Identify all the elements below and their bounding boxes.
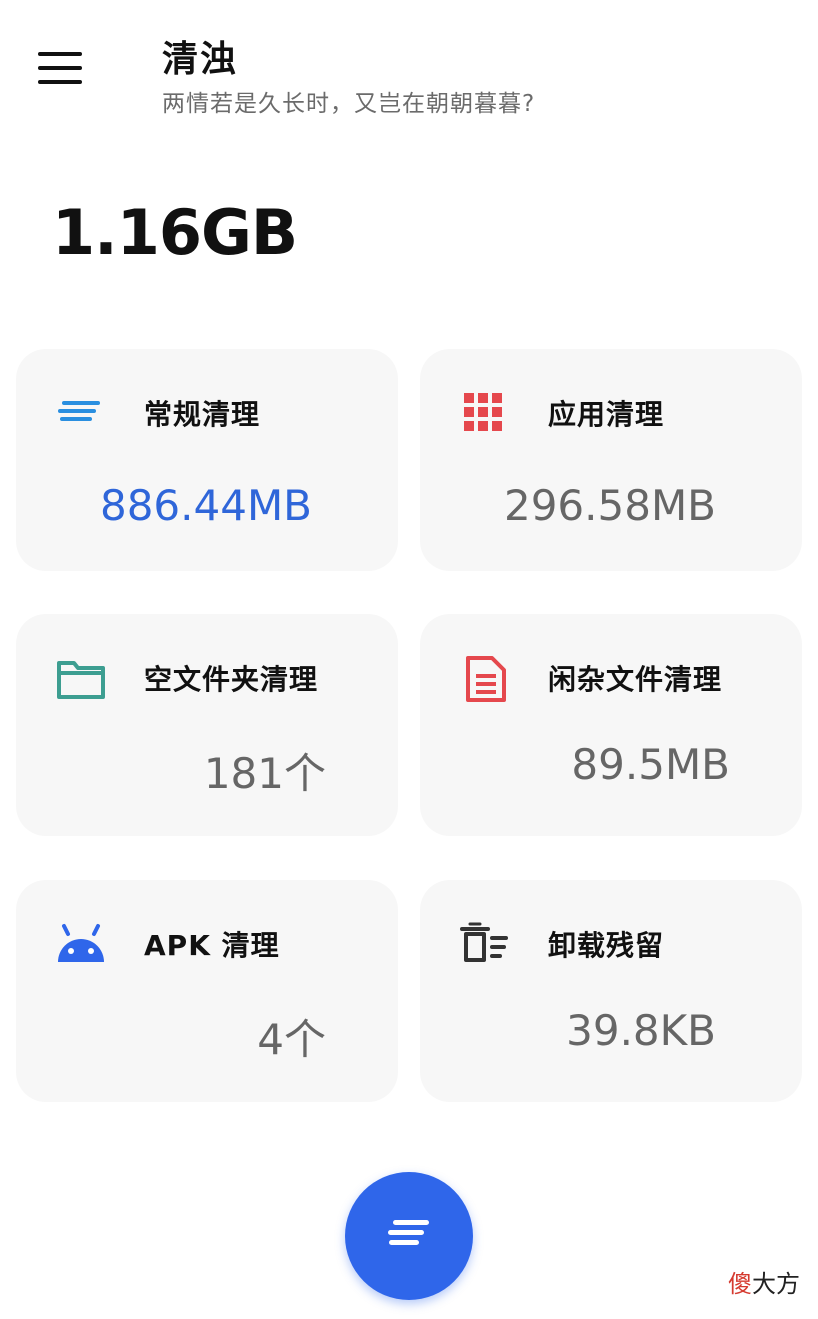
menu-icon-bar xyxy=(38,52,82,56)
watermark-red-char: 傻 xyxy=(728,1270,752,1298)
menu-icon-bar xyxy=(38,66,82,70)
grid-icon xyxy=(464,393,502,431)
card-value: 4个 xyxy=(257,1015,326,1064)
total-size: 1.16GB xyxy=(52,196,298,269)
document-icon xyxy=(466,656,506,702)
app-screen: 清浊 两情若是久长时，又岂在朝朝暮暮? 1.16GB 常规清理 886.44MB… xyxy=(0,0,818,1319)
card-value: 181个 xyxy=(203,749,326,798)
card-value: 89.5MB xyxy=(571,740,730,789)
card-uninstall-residue[interactable]: 卸载残留 39.8KB xyxy=(420,880,802,1102)
card-value: 886.44MB xyxy=(99,481,312,530)
app-subtitle: 两情若是久长时，又岂在朝朝暮暮? xyxy=(162,91,536,117)
card-app-cleanup[interactable]: 应用清理 296.58MB xyxy=(420,349,802,571)
trash-icon xyxy=(460,922,508,962)
card-title: 常规清理 xyxy=(144,398,261,431)
card-value: 296.58MB xyxy=(503,481,716,530)
card-title: 应用清理 xyxy=(548,398,665,431)
card-regular-cleanup[interactable]: 常规清理 886.44MB xyxy=(16,349,398,571)
card-empty-folder-cleanup[interactable]: 空文件夹清理 181个 xyxy=(16,614,398,836)
card-junk-file-cleanup[interactable]: 闲杂文件清理 89.5MB xyxy=(420,614,802,836)
card-title: 卸载残留 xyxy=(548,929,665,962)
menu-button[interactable] xyxy=(38,52,82,84)
lines-icon xyxy=(58,401,100,421)
app-title: 清浊 xyxy=(162,39,239,80)
clean-fab-button[interactable] xyxy=(345,1172,473,1300)
watermark-rest: 大方 xyxy=(752,1270,800,1298)
watermark: 傻大方 xyxy=(728,1264,800,1299)
lines-icon xyxy=(388,1220,429,1245)
card-title: APK 清理 xyxy=(144,929,280,962)
menu-icon-bar xyxy=(38,80,82,84)
card-value: 39.8KB xyxy=(566,1006,716,1055)
android-icon xyxy=(58,924,104,962)
card-apk-cleanup[interactable]: APK 清理 4个 xyxy=(16,880,398,1102)
card-title: 闲杂文件清理 xyxy=(548,663,723,696)
folder-icon xyxy=(57,661,105,699)
card-title: 空文件夹清理 xyxy=(144,663,319,696)
